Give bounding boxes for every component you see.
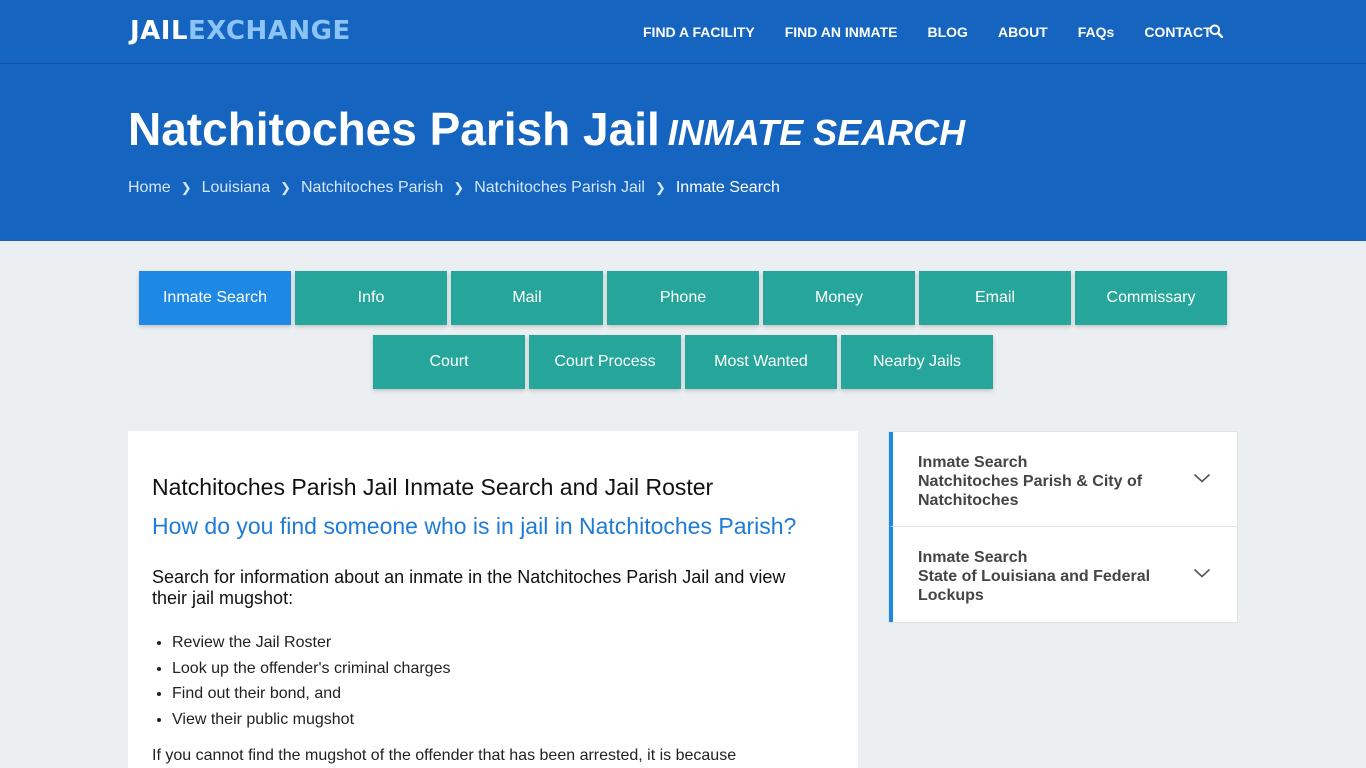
- chevron-down-icon[interactable]: [1193, 472, 1211, 484]
- list-item: Review the Jail Roster: [172, 630, 450, 656]
- content-question: How do you find someone who is in jail i…: [152, 513, 797, 539]
- tab-court[interactable]: Court: [373, 335, 525, 389]
- accordion-title: Inmate Search Natchitoches Parish & City…: [918, 453, 1168, 510]
- page-title-main: Natchitoches Parish Jail: [128, 103, 660, 155]
- logo-part-exchange: EXCHANGE: [188, 16, 351, 46]
- accordion-title-line1: Inmate Search: [918, 454, 1028, 471]
- tab-nearby-jails[interactable]: Nearby Jails: [841, 335, 993, 389]
- tab-money[interactable]: Money: [763, 271, 915, 325]
- list-item: View their public mugshot: [172, 707, 450, 733]
- chevron-down-icon[interactable]: [1193, 567, 1211, 579]
- page-title-sub: INMATE SEARCH: [667, 112, 966, 153]
- list-item: Find out their bond, and: [172, 681, 450, 707]
- accordion-item-state-search[interactable]: Inmate Search State of Louisiana and Fed…: [889, 527, 1237, 622]
- accordion-item-parish-search[interactable]: Inmate Search Natchitoches Parish & City…: [889, 432, 1237, 527]
- chevron-right-icon: ❯: [654, 180, 666, 195]
- content-card: Natchitoches Parish Jail Inmate Search a…: [128, 431, 858, 768]
- breadcrumb-current: Inmate Search: [675, 179, 780, 196]
- tab-email[interactable]: Email: [919, 271, 1071, 325]
- accordion-title-line2: State of Louisiana and Federal Lockups: [918, 568, 1151, 604]
- page-header: Natchitoches Parish Jail INMATE SEARCH Ho…: [0, 64, 1366, 241]
- chevron-right-icon: ❯: [453, 180, 465, 195]
- nav-blog[interactable]: BLOG: [928, 24, 968, 40]
- breadcrumb: Home ❯ Louisiana ❯ Natchitoches Parish ❯…: [128, 179, 780, 197]
- nav-contact[interactable]: CONTACT: [1144, 24, 1211, 40]
- tab-phone[interactable]: Phone: [607, 271, 759, 325]
- accordion-title-line2: Natchitoches Parish & City of Natchitoch…: [918, 473, 1143, 509]
- feature-list: Review the Jail Roster Look up the offen…: [172, 630, 450, 732]
- top-navbar: JAILEXCHANGE FIND A FACILITY FIND AN INM…: [0, 0, 1366, 64]
- list-item: Look up the offender's criminal charges: [172, 656, 450, 682]
- tab-row-2: Court Court Process Most Wanted Nearby J…: [0, 335, 1366, 389]
- breadcrumb-jail[interactable]: Natchitoches Parish Jail: [474, 179, 645, 197]
- search-icon[interactable]: [1209, 24, 1223, 38]
- content-heading: Natchitoches Parish Jail Inmate Search a…: [152, 474, 714, 500]
- breadcrumb-home[interactable]: Home: [128, 179, 171, 197]
- page-title: Natchitoches Parish Jail INMATE SEARCH: [128, 102, 965, 156]
- nav-faqs[interactable]: FAQs: [1078, 24, 1115, 40]
- tab-row-1: Inmate Search Info Mail Phone Money Emai…: [0, 271, 1366, 325]
- chevron-right-icon: ❯: [180, 180, 192, 195]
- tab-court-process[interactable]: Court Process: [529, 335, 681, 389]
- content-paragraph: If you cannot find the mugshot of the of…: [152, 747, 737, 764]
- tab-commissary[interactable]: Commissary: [1075, 271, 1227, 325]
- main-nav: FIND A FACILITY FIND AN INMATE BLOG ABOU…: [643, 0, 1242, 64]
- site-logo[interactable]: JAILEXCHANGE: [130, 16, 351, 46]
- tab-inmate-search[interactable]: Inmate Search: [139, 271, 291, 325]
- tab-mail[interactable]: Mail: [451, 271, 603, 325]
- sidebar-accordion: Inmate Search Natchitoches Parish & City…: [888, 431, 1238, 623]
- nav-about[interactable]: ABOUT: [998, 24, 1048, 40]
- accordion-title: Inmate Search State of Louisiana and Fed…: [918, 548, 1168, 605]
- nav-find-facility[interactable]: FIND A FACILITY: [643, 24, 755, 40]
- tab-info[interactable]: Info: [295, 271, 447, 325]
- tab-most-wanted[interactable]: Most Wanted: [685, 335, 837, 389]
- breadcrumb-parish[interactable]: Natchitoches Parish: [301, 179, 443, 197]
- accordion-title-line1: Inmate Search: [918, 549, 1028, 566]
- logo-part-jail: JAIL: [130, 16, 189, 46]
- content-lead: Search for information about an inmate i…: [152, 567, 786, 608]
- nav-find-inmate[interactable]: FIND AN INMATE: [785, 24, 898, 40]
- chevron-right-icon: ❯: [280, 180, 291, 195]
- breadcrumb-state[interactable]: Louisiana: [202, 179, 271, 197]
